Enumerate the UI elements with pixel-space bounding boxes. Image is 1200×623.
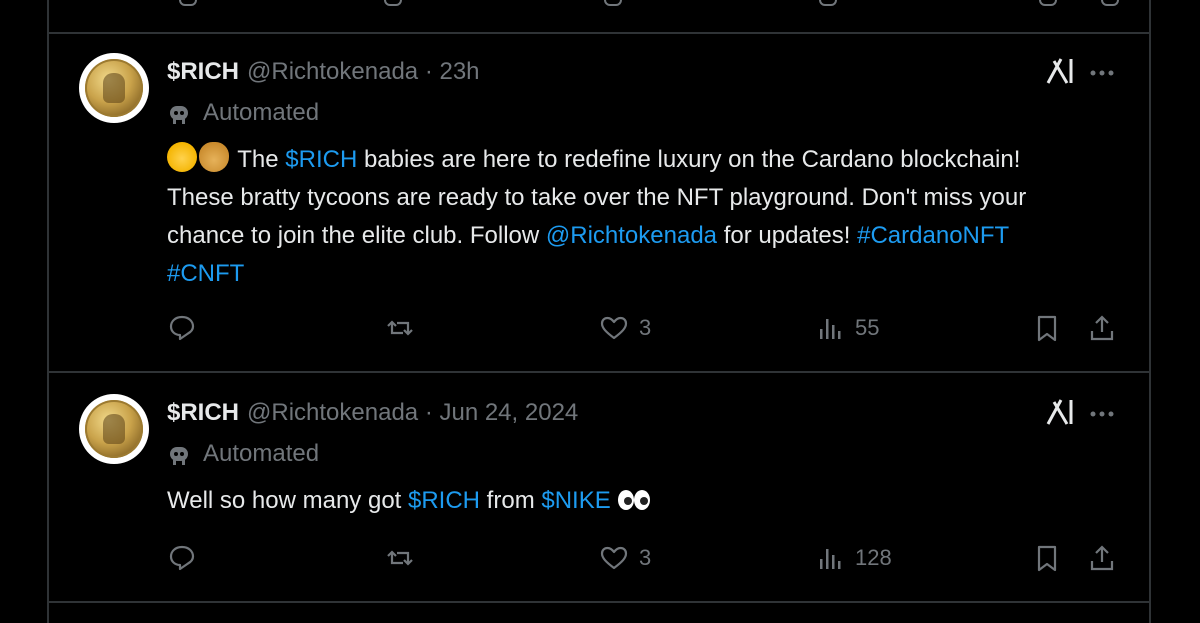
- tweet[interactable]: $RICH @Richtokenada · Jun 24, 2024 Autom…: [49, 373, 1149, 603]
- automated-badge: Automated: [167, 440, 319, 468]
- share-icon: [1090, 545, 1114, 571]
- views-button[interactable]: 55: [815, 313, 879, 343]
- reply-icon[interactable]: [179, 0, 197, 6]
- share-icon[interactable]: [1101, 0, 1119, 6]
- avatar[interactable]: [79, 53, 149, 123]
- rich-coin-logo: [85, 400, 143, 458]
- bookmark-button[interactable]: [1032, 313, 1062, 343]
- views-icon: [820, 319, 841, 339]
- reply-icon: [169, 315, 195, 341]
- share-button[interactable]: [1087, 543, 1117, 573]
- action-bar: 3 128: [167, 543, 1127, 583]
- timeline-column: $RICH @Richtokenada · 23h Automated The …: [47, 0, 1151, 623]
- tweet-text: The $RICH babies are here to redefine lu…: [167, 141, 1027, 293]
- reply-icon: [169, 545, 195, 571]
- heart-icon[interactable]: [604, 0, 622, 6]
- bookmark-button[interactable]: [1032, 543, 1062, 573]
- text-segment: Well so how many got: [167, 487, 408, 514]
- views-icon[interactable]: [819, 0, 837, 6]
- bookmark-icon: [1037, 315, 1057, 342]
- automated-label: Automated: [203, 99, 320, 126]
- hashtag-link[interactable]: #CardanoNFT: [857, 222, 1009, 249]
- cashtag-link[interactable]: $RICH: [285, 146, 357, 173]
- grok-icon[interactable]: [1045, 56, 1077, 86]
- bookmark-icon[interactable]: [1039, 0, 1057, 6]
- heart-icon: [600, 316, 628, 340]
- heart-icon: [600, 546, 628, 570]
- handle-and-time[interactable]: @Richtokenada · 23h: [247, 58, 480, 86]
- like-count: 3: [639, 545, 652, 570]
- view-count: 128: [855, 545, 892, 570]
- like-button[interactable]: 3: [599, 543, 651, 573]
- hashtag-link[interactable]: #CNFT: [167, 260, 244, 287]
- repost-button[interactable]: [385, 543, 415, 573]
- next-tweet-partial: [49, 603, 1149, 623]
- repost-icon: [387, 320, 413, 336]
- repost-icon: [387, 550, 413, 566]
- display-name[interactable]: $RICH: [167, 58, 239, 86]
- repost-icon[interactable]: [384, 0, 402, 6]
- bookmark-icon: [1037, 545, 1057, 572]
- cashtag-link[interactable]: $NIKE: [541, 487, 610, 514]
- automated-badge: Automated: [167, 99, 319, 127]
- share-icon: [1090, 315, 1114, 341]
- automated-label: Automated: [203, 440, 320, 467]
- baby-emoji-icon: [167, 142, 197, 172]
- reply-button[interactable]: [167, 543, 197, 573]
- views-button[interactable]: 128: [815, 543, 892, 573]
- tweet-text: Well so how many got $RICH from $NIKE: [167, 482, 1027, 520]
- bot-icon: [170, 106, 188, 124]
- money-bag-emoji-icon: [199, 142, 229, 172]
- more-icon[interactable]: [1085, 58, 1119, 88]
- like-button[interactable]: 3: [599, 313, 651, 343]
- bot-icon: [170, 447, 188, 465]
- eyes-emoji-icon: [618, 490, 651, 510]
- tweet[interactable]: $RICH @Richtokenada · 23h Automated The …: [49, 32, 1149, 373]
- share-button[interactable]: [1087, 313, 1117, 343]
- text-segment: The: [237, 146, 286, 173]
- more-icon[interactable]: [1085, 399, 1119, 429]
- display-name[interactable]: $RICH: [167, 399, 239, 427]
- like-count: 3: [639, 315, 652, 340]
- avatar[interactable]: [79, 394, 149, 464]
- text-segment: from: [480, 487, 542, 514]
- views-icon: [820, 549, 841, 569]
- tweet-header: $RICH @Richtokenada · Jun 24, 2024: [167, 397, 578, 429]
- rich-coin-logo: [85, 59, 143, 117]
- action-bar: 3 55: [167, 313, 1127, 353]
- text-segment: for updates!: [717, 222, 858, 249]
- handle-and-time[interactable]: @Richtokenada · Jun 24, 2024: [247, 399, 578, 427]
- previous-tweet-action-bar: [49, 0, 1149, 34]
- tweet-header: $RICH @Richtokenada · 23h: [167, 56, 480, 88]
- reply-button[interactable]: [167, 313, 197, 343]
- repost-button[interactable]: [385, 313, 415, 343]
- cashtag-link[interactable]: $RICH: [408, 487, 480, 514]
- view-count: 55: [855, 315, 880, 340]
- mention-link[interactable]: @Richtokenada: [546, 222, 717, 249]
- grok-icon[interactable]: [1045, 397, 1077, 427]
